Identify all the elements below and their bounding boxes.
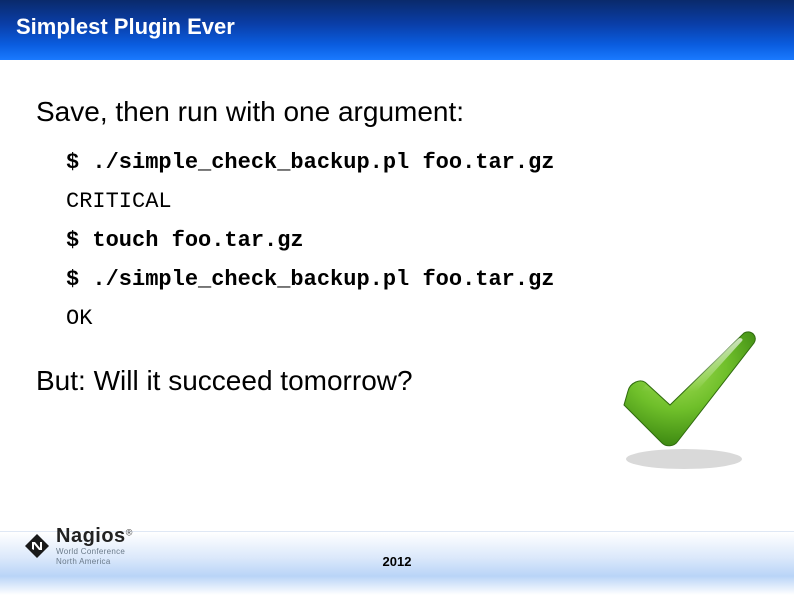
body-heading: Save, then run with one argument: (36, 96, 758, 128)
checkmark-icon (604, 325, 764, 475)
slide: Simplest Plugin Ever Save, then run with… (0, 0, 794, 595)
slide-body: Save, then run with one argument: $ ./si… (0, 60, 794, 595)
registered-icon: ® (126, 528, 133, 538)
footer-inner: Nagios® World Conference North America 2… (0, 532, 794, 595)
nagios-logo: Nagios® World Conference North America (24, 526, 132, 566)
logo-subtitle-2: North America (56, 558, 132, 566)
code-line: $ ./simple_check_backup.pl foo.tar.gz (66, 150, 758, 175)
code-line: $ ./simple_check_backup.pl foo.tar.gz (66, 267, 758, 292)
logo-name: Nagios (56, 525, 126, 547)
code-line: $ touch foo.tar.gz (66, 228, 758, 253)
logo-text: Nagios® World Conference North America (56, 526, 132, 566)
footer-year: 2012 (383, 554, 412, 569)
code-block: $ ./simple_check_backup.pl foo.tar.gz CR… (36, 150, 758, 331)
slide-title: Simplest Plugin Ever (16, 14, 235, 39)
slide-footer: Nagios® World Conference North America 2… (0, 531, 794, 595)
code-line: CRITICAL (66, 189, 758, 214)
slide-title-bar: Simplest Plugin Ever (0, 0, 794, 60)
logo-subtitle: World Conference (56, 548, 132, 556)
nagios-logo-icon (24, 533, 50, 559)
